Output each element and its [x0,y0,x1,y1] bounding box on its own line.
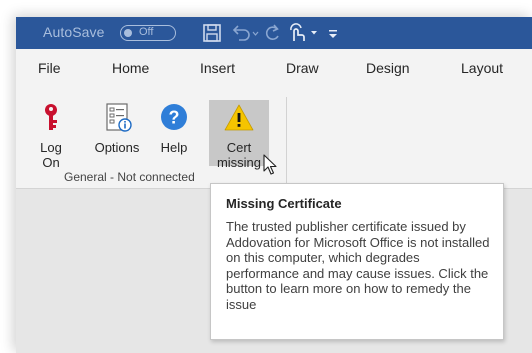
cert-missing-button[interactable]: Cert missing [209,100,269,170]
tab-home[interactable]: Home [112,60,149,76]
log-on-button[interactable]: Log On [34,103,68,170]
save-icon[interactable] [202,23,222,48]
tab-draw[interactable]: Draw [286,60,319,76]
tooltip-body: The trusted publisher certificate issued… [226,219,490,312]
svg-text:?: ? [169,108,180,128]
cert-label-line1: Cert [226,140,252,155]
warning-icon [209,103,269,136]
autosave-state: Off [139,26,154,38]
toggle-knob [124,28,132,37]
help-label: Help [160,140,188,155]
customize-qat-icon[interactable] [326,23,340,48]
tab-layout[interactable]: Layout [461,60,503,76]
log-on-label-line1: Log [40,140,62,155]
undo-icon[interactable] [231,23,259,48]
options-button[interactable]: Options [86,103,148,163]
tooltip: Missing Certificate The trusted publishe… [210,183,504,340]
tab-insert[interactable]: Insert [200,60,235,76]
redo-icon[interactable] [262,23,282,48]
options-label: Options [94,140,140,155]
mouse-cursor-icon [263,154,279,181]
group-label: General - Not connected [64,170,195,184]
ribbon-tabs: File Home Insert Draw Design Layout [16,49,532,89]
log-on-label-line2: On [42,155,60,170]
key-icon [34,103,68,136]
group-separator [286,97,287,185]
help-button[interactable]: ? Help [154,103,194,163]
options-icon [86,103,148,136]
title-bar: AutoSave Off [16,17,532,49]
autosave-label: AutoSave [43,24,105,40]
cert-label-line2: missing [216,155,262,170]
autosave-toggle[interactable]: Off [120,25,176,41]
tooltip-title: Missing Certificate [226,196,342,211]
help-icon: ? [154,103,194,136]
tab-design[interactable]: Design [366,60,410,76]
tab-file[interactable]: File [38,60,61,76]
touch-mode-icon[interactable] [286,23,320,48]
